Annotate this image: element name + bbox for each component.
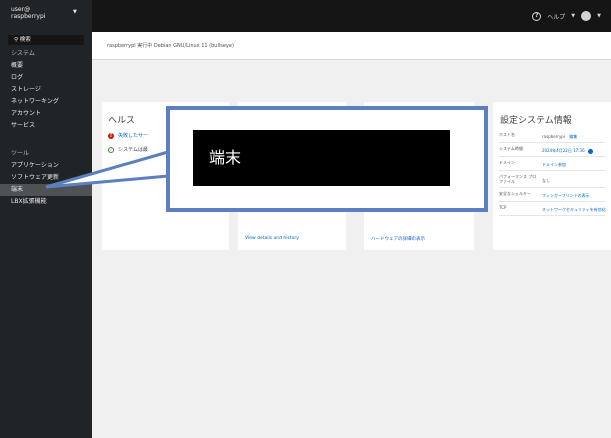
sidebar-item-logs[interactable]: ログ	[0, 72, 92, 84]
sidebar-section-tools: ツール	[11, 150, 30, 157]
main-content: raspberrypi 実行中 Debian GNU/Linux 11 (bul…	[92, 32, 611, 438]
show-fingerprints-link[interactable]: フィンガープリントの表示	[542, 193, 590, 199]
config-label: ドメイン	[499, 160, 515, 165]
user-avatar-icon[interactable]	[581, 11, 592, 21]
failed-services-row[interactable]: ! 失敗したサー	[108, 132, 148, 139]
config-row-domain: ドメイン ドメイン参加	[499, 158, 605, 171]
system-time-link[interactable]: 2024年4月22日 17:36	[542, 148, 585, 153]
sidebar-item-overview[interactable]: 概要	[0, 60, 92, 72]
config-label: TCP	[499, 205, 507, 210]
config-label: ホスト名	[499, 132, 515, 137]
system-ok-text: システムは最	[118, 147, 148, 153]
config-row-hostname: ホスト名 raspberrypi 編集	[499, 130, 605, 143]
sidebar-item-networking[interactable]: ネットワーキング	[0, 96, 92, 108]
host-switcher[interactable]: user@ raspberrypi ▼	[0, 0, 92, 32]
configuration-card: 設定システム情報 ホスト名 raspberrypi 編集 システム時間 2024…	[493, 102, 611, 250]
sidebar-item-storage[interactable]: ストレージ	[0, 84, 92, 96]
top-header-bar: user@ raspberrypi ▼ ? ヘルプ ▼ ▼	[0, 0, 611, 32]
config-label: 安全なシェルキー	[499, 191, 531, 196]
join-domain-link[interactable]: ドメイン参加	[542, 162, 566, 168]
user-label: user@	[11, 6, 31, 13]
hardware-details-link[interactable]: ハードウェアの詳細の表示	[371, 236, 425, 242]
performance-profile-value[interactable]: なし	[542, 178, 550, 184]
help-icon[interactable]: ?	[532, 11, 542, 21]
help-menu-label[interactable]: ヘルプ	[547, 12, 565, 21]
sidebar-item-software-updates[interactable]: ソフトウェア更新	[0, 172, 92, 184]
info-icon	[587, 148, 593, 154]
sidebar-item-services[interactable]: サービス	[0, 120, 92, 132]
tcp-setting-link[interactable]: ネットワークセキュリティを有効化	[542, 207, 606, 213]
system-status-line: raspberrypi 実行中 Debian GNU/Linux 11 (bul…	[92, 32, 611, 60]
sidebar: ⚲ 検索 システム 概要 ログ ストレージ ネットワーキング アカウント サービ…	[0, 32, 92, 438]
chevron-down-icon: ▼	[571, 13, 576, 19]
chevron-down-icon: ▼	[73, 9, 77, 15]
hostname-label: raspberrypi	[11, 13, 46, 20]
hostname-value: raspberrypi	[542, 134, 565, 139]
usage-details-link[interactable]: View details and history	[245, 236, 299, 241]
sidebar-item-terminal[interactable]: 端末	[0, 184, 92, 196]
system-status-row: ✓ システムは最	[108, 146, 148, 153]
config-label: システム時間	[499, 146, 523, 151]
health-card-title: ヘルス	[108, 116, 136, 126]
sidebar-item-lbx-extensions[interactable]: LBX拡張機能	[0, 196, 92, 208]
search-icon: ⚲	[14, 37, 19, 43]
error-icon: !	[108, 132, 114, 139]
config-row-tcp: TCP ネットワークセキュリティを有効化	[499, 203, 606, 216]
search-label: 検索	[19, 37, 31, 43]
edit-hostname-link[interactable]: 編集	[569, 134, 577, 139]
sidebar-item-accounts[interactable]: アカウント	[0, 108, 92, 120]
config-row-system-time: システム時間 2024年4月22日 17:36	[499, 144, 605, 157]
config-row-performance-profile: パフォーマンス プロファイル なし	[499, 172, 605, 188]
configuration-card-title: 設定システム情報	[500, 116, 572, 126]
chevron-down-icon: ▼	[597, 13, 601, 19]
failed-services-text[interactable]: 失敗したサー	[118, 132, 148, 139]
check-icon: ✓	[108, 146, 114, 153]
config-label: パフォーマンス プロファイル	[499, 174, 537, 184]
config-row-ssh-keys: 安全なシェルキー フィンガープリントの表示	[499, 189, 605, 202]
callout-label: 端末	[193, 130, 450, 186]
sidebar-item-applications[interactable]: アプリケーション	[0, 160, 92, 172]
search-input[interactable]: ⚲ 検索	[8, 35, 84, 45]
sidebar-section-system: システム	[11, 50, 35, 57]
